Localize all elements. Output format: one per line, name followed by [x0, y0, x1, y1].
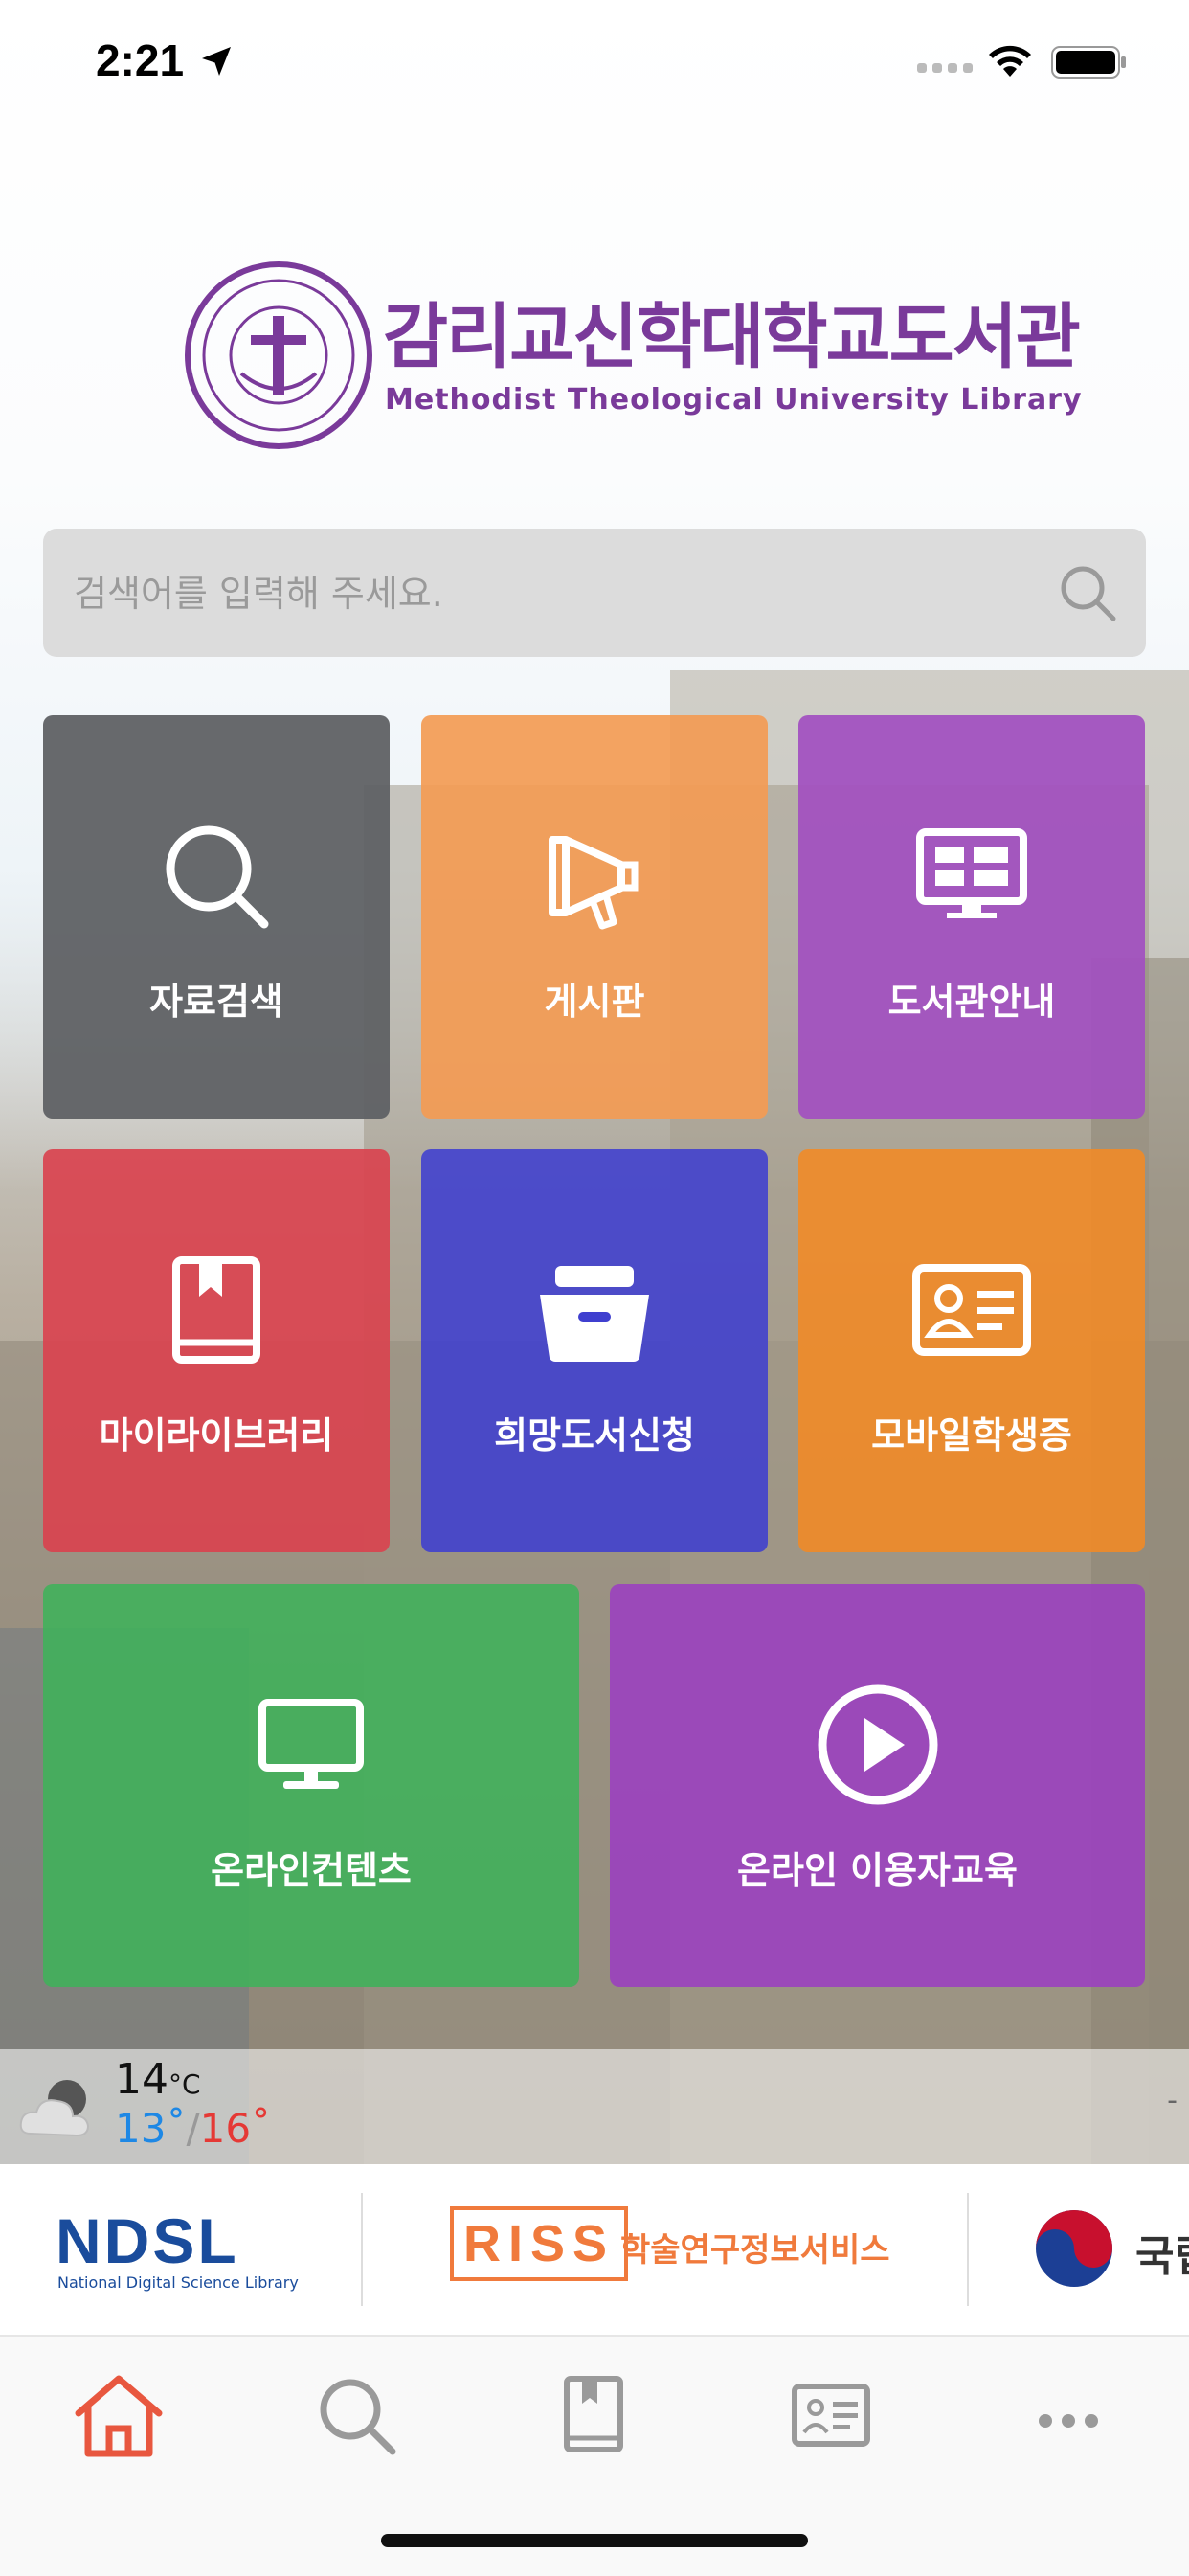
tile-label: 도서관안내: [887, 981, 1056, 1023]
library-logo: 감리교신학대학교도서관 Methodist Theological Univer…: [184, 260, 1082, 452]
banner-divider: [361, 2193, 363, 2306]
taegeuk-logo-icon: [1036, 2210, 1112, 2287]
banner-divider: [967, 2193, 969, 2306]
tile-mobile-student-id[interactable]: 모바일학생증: [798, 1149, 1145, 1552]
home-indicator[interactable]: [381, 2534, 808, 2547]
battery-icon: [1051, 46, 1126, 79]
tile-library-guide[interactable]: 도서관안내: [798, 715, 1145, 1119]
status-time: 2:21: [96, 35, 185, 85]
temperature-unit: °C: [168, 2068, 201, 2100]
location-arrow-icon: [202, 47, 231, 76]
bookmark-book-icon: [172, 1256, 260, 1364]
megaphone-icon: [549, 836, 639, 930]
status-bar: 2:21: [0, 0, 1189, 126]
search-bar[interactable]: [43, 529, 1146, 659]
book-icon[interactable]: [536, 2358, 651, 2473]
tile-bulletin-board[interactable]: 게시판: [421, 715, 768, 1119]
tile-online-contents[interactable]: 온라인컨텐츠: [43, 1584, 579, 1987]
riss-logo-text: RISS: [450, 2206, 629, 2281]
search-icon: [166, 825, 269, 929]
library-name-english: Methodist Theological University Library: [385, 383, 1083, 417]
search-icon[interactable]: [299, 2358, 414, 2473]
tile-label: 게시판: [544, 981, 645, 1023]
search-input[interactable]: [72, 529, 1033, 659]
banner-national-library[interactable]: 국립: [1032, 2164, 1189, 2335]
tile-label: 온라인 이용자교육: [737, 1849, 1018, 1891]
range-separator: /: [186, 2105, 200, 2152]
id-card-icon: [912, 1264, 1031, 1356]
tile-label: 자료검색: [149, 981, 283, 1023]
box-icon: [540, 1266, 649, 1362]
tile-resource-search[interactable]: 자료검색: [43, 715, 390, 1119]
ndsl-logo-text: NDSL: [56, 2205, 239, 2276]
high-temperature: 16˚: [199, 2105, 272, 2152]
wifi-icon: [989, 45, 1031, 77]
banner-riss[interactable]: RISS 학술연구정보서비스: [450, 2164, 909, 2335]
low-temperature: 13˚: [115, 2105, 187, 2152]
more-icon[interactable]: [1011, 2358, 1126, 2473]
cloudy-icon: [19, 2080, 90, 2137]
tile-label: 마이라이브러리: [99, 1414, 334, 1457]
weather-widget: 14°C 13˚/16˚ -: [0, 2049, 1189, 2164]
home-icon[interactable]: [61, 2358, 176, 2473]
tile-my-library[interactable]: 마이라이브러리: [43, 1149, 390, 1552]
play-icon: [818, 1684, 937, 1805]
ndsl-subtitle: National Digital Science Library: [57, 2273, 299, 2292]
temperature-value: 14: [115, 2055, 168, 2104]
tile-label: 온라인컨텐츠: [211, 1849, 412, 1891]
riss-subtitle: 학술연구정보서비스: [620, 2231, 890, 2270]
id-card-icon[interactable]: [774, 2358, 888, 2473]
university-seal-icon: [185, 261, 372, 449]
monitor-board-icon: [916, 828, 1027, 918]
partner-banner-strip: NDSL National Digital Science Library RI…: [0, 2164, 1189, 2335]
tile-label: 모바일학생증: [871, 1414, 1072, 1457]
search-icon[interactable]: [1054, 559, 1121, 626]
banner-ndsl[interactable]: NDSL National Digital Science Library: [38, 2164, 325, 2335]
current-temperature: 14°C: [115, 2055, 201, 2104]
cellular-signal-icon: [917, 63, 973, 73]
tile-online-user-education[interactable]: 온라인 이용자교육: [610, 1584, 1145, 1987]
temperature-range: 13˚/16˚: [115, 2105, 271, 2152]
desktop-icon: [258, 1699, 364, 1789]
library-name-korean: 감리교신학대학교도서관: [383, 296, 1081, 378]
national-library-partial-text: 국립: [1135, 2232, 1189, 2281]
weather-dash: -: [1167, 2084, 1178, 2117]
tile-label: 희망도서신청: [494, 1414, 695, 1457]
tile-book-request[interactable]: 희망도서신청: [421, 1149, 768, 1552]
